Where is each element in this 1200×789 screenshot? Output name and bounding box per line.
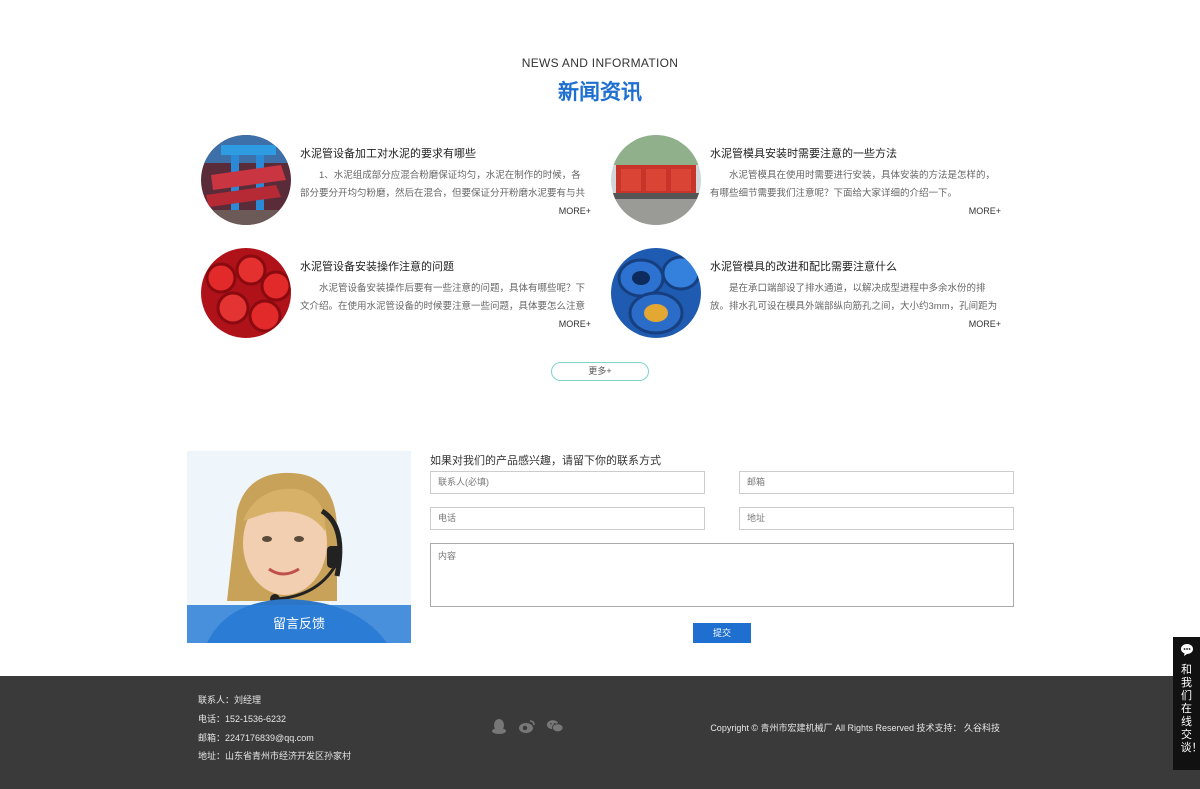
- news-item[interactable]: 水泥管设备加工对水泥的要求有哪些 1、水泥组成部分应混合粉磨保证均匀，水泥在制作…: [201, 135, 591, 227]
- news-summary: 1、水泥组成部分应混合粉磨保证均匀，水泥在制作的时候，各部分要分开均匀粉磨，然后…: [300, 170, 586, 199]
- footer-email: 邮箱：2247176839@qq.com: [198, 733, 314, 743]
- news-thumbnail[interactable]: [201, 135, 291, 225]
- news-thumbnail[interactable]: [611, 248, 701, 338]
- news-title[interactable]: 水泥管模具安装时需要注意的一些方法: [710, 145, 897, 161]
- phone-input[interactable]: 电话: [430, 507, 705, 530]
- news-summary: 水泥管设备安装操作后要有一些注意的问题，具体有哪些呢？下文介绍。在使用水泥管设备…: [300, 283, 586, 312]
- footer-address: 地址：山东省青州市经济开发区孙家村: [198, 751, 352, 761]
- news-more-link[interactable]: MORE+: [969, 206, 1001, 216]
- weibo-icon[interactable]: [518, 718, 536, 734]
- news-title[interactable]: 水泥管设备加工对水泥的要求有哪些: [300, 145, 476, 161]
- wechat-icon[interactable]: [546, 718, 564, 734]
- news-more-link[interactable]: MORE+: [559, 206, 591, 216]
- more-news-button[interactable]: 更多+: [551, 362, 649, 381]
- email-input[interactable]: 邮箱: [739, 471, 1014, 494]
- qq-icon[interactable]: [490, 718, 508, 734]
- social-icons: [490, 718, 564, 734]
- news-summary: 是在承口端部设了排水通道，以解决成型进程中多余水份的排放。排水孔可设在模具外端部…: [710, 283, 998, 312]
- feedback-image: 留言反馈: [187, 451, 411, 643]
- online-chat-tab[interactable]: 和我们在线交谈！: [1173, 637, 1200, 770]
- news-title[interactable]: 水泥管模具的改进和配比需要注意什么: [710, 258, 897, 274]
- feedback-label: 留言反馈: [187, 605, 411, 643]
- news-header: NEWS AND INFORMATION 新闻资讯: [0, 56, 1200, 106]
- news-item[interactable]: 水泥管设备安装操作注意的问题 水泥管设备安装操作后要有一些注意的问题，具体有哪些…: [201, 248, 591, 340]
- footer-copyright: Copyright © 青州市宏建机械厂 All Rights Reserved…: [710, 723, 1000, 733]
- address-input[interactable]: 地址: [739, 507, 1014, 530]
- news-more-link[interactable]: MORE+: [969, 319, 1001, 329]
- news-thumbnail[interactable]: [201, 248, 291, 338]
- content-textarea[interactable]: 内容: [430, 543, 1014, 607]
- news-heading-en: NEWS AND INFORMATION: [521, 56, 679, 70]
- news-summary: 水泥管模具在使用时需要进行安装，具体安装的方法是怎样的，有哪些细节需要我们注意呢…: [710, 170, 996, 199]
- footer: 联系人：刘经理 电话：152-1536-6232 邮箱：2247176839@q…: [0, 676, 1200, 789]
- footer-phone: 电话：152-1536-6232: [198, 714, 287, 724]
- contact-name-input[interactable]: 联系人(必填): [430, 471, 705, 494]
- feedback-intro: 如果对我们的产品感兴趣，请留下你的联系方式: [430, 455, 661, 467]
- news-item[interactable]: 水泥管模具的改进和配比需要注意什么 是在承口端部设了排水通道，以解决成型进程中多…: [611, 248, 1001, 340]
- footer-contact: 联系人：刘经理: [198, 695, 262, 705]
- news-item[interactable]: 水泥管模具安装时需要注意的一些方法 水泥管模具在使用时需要进行安装，具体安装的方…: [611, 135, 1001, 227]
- submit-button[interactable]: 提交: [693, 623, 751, 643]
- online-chat-label: 和我们在线交谈！: [1180, 664, 1200, 754]
- news-heading-cn: 新闻资讯: [558, 81, 642, 104]
- news-more-link[interactable]: MORE+: [559, 319, 591, 329]
- chat-bubble-icon: [1180, 644, 1193, 656]
- news-title[interactable]: 水泥管设备安装操作注意的问题: [300, 258, 454, 274]
- news-thumbnail[interactable]: [611, 135, 701, 225]
